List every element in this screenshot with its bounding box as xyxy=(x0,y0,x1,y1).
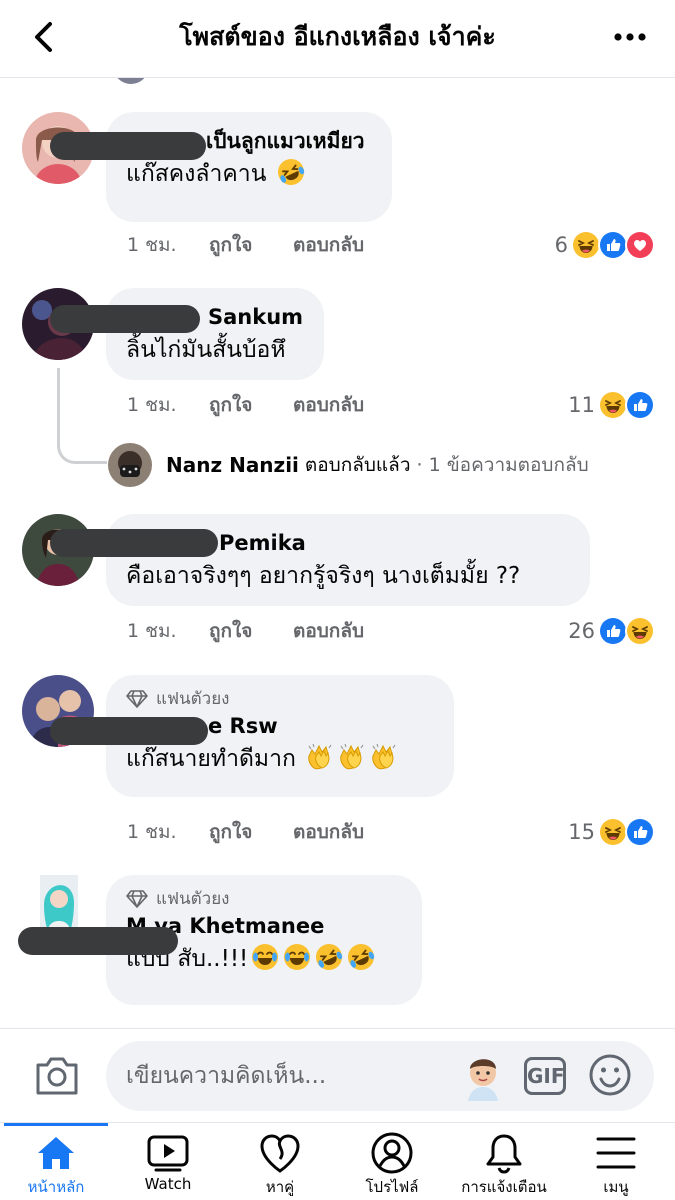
haha-reaction-icon xyxy=(571,230,601,260)
comment-bubble[interactable]: Sankum ลิ้นไก่มันสั้นบ้อหึ xyxy=(106,288,324,380)
rofl-emoji-icon xyxy=(346,942,376,972)
replier-avatar xyxy=(108,443,152,487)
menu-icon xyxy=(596,1137,636,1169)
rofl-emoji-icon xyxy=(276,157,306,187)
redacted-name-bar xyxy=(50,717,208,745)
redacted-name-bar xyxy=(50,529,218,557)
reaction-count: 15 xyxy=(568,820,595,844)
comment-composer: GIF xyxy=(0,1028,675,1122)
comment-timestamp: 1 ชม. xyxy=(127,821,177,843)
reaction-count: 6 xyxy=(554,233,568,257)
tab-menu[interactable]: เมนู xyxy=(560,1123,672,1200)
like-reaction-icon xyxy=(625,817,655,847)
tab-notifications[interactable]: การแจ้งเตือน xyxy=(448,1123,560,1200)
tab-home[interactable]: หน้าหลัก xyxy=(0,1123,112,1200)
tears-of-joy-emoji-icon xyxy=(282,942,312,972)
comment-bubble[interactable]: เป็นลูกแมวเหมียว แก๊สคงลำคาน xyxy=(106,112,392,222)
more-options-icon[interactable] xyxy=(613,22,647,52)
rofl-emoji-icon xyxy=(314,942,344,972)
watch-icon xyxy=(147,1135,189,1172)
reply-count: · 1 ข้อความตอบกลับ xyxy=(416,454,589,476)
like-action[interactable]: ถูกใจ xyxy=(209,817,252,847)
like-action[interactable]: ถูกใจ xyxy=(209,230,252,260)
redacted-name-bar xyxy=(50,132,206,160)
reply-action-text: ตอบกลับแล้ว xyxy=(304,454,411,476)
comment-timestamp: 1 ชม. xyxy=(127,394,177,416)
home-icon xyxy=(38,1137,74,1169)
reply-action[interactable]: ตอบกลับ xyxy=(293,390,364,420)
tab-label: Watch xyxy=(144,1175,192,1193)
avatar-sticker-icon[interactable] xyxy=(460,1051,506,1101)
tab-dating[interactable]: หาคู่ xyxy=(224,1123,336,1200)
haha-reaction-icon xyxy=(598,390,628,420)
bottom-tab-bar: หน้าหลัก Watch หาคู่ โปรไฟล์ การแจ้งเตือ… xyxy=(0,1122,675,1200)
reply-thread-line xyxy=(57,368,107,464)
reaction-summary[interactable]: 26 xyxy=(568,614,655,648)
top-bar: โพสต์ของ อีแกงเหลือง เจ้าค่ะ xyxy=(0,0,675,78)
like-action[interactable]: ถูกใจ xyxy=(209,390,252,420)
bell-icon xyxy=(486,1134,522,1174)
diamond-icon xyxy=(126,890,148,908)
reply-action[interactable]: ตอบกลับ xyxy=(293,817,364,847)
tab-watch[interactable]: Watch xyxy=(112,1123,224,1200)
reaction-count: 26 xyxy=(568,619,595,643)
comment-timestamp: 1 ชม. xyxy=(127,234,177,256)
partial-avatar xyxy=(113,78,149,84)
view-replies-link[interactable]: Nanz Nanzii ตอบกลับแล้ว · 1 ข้อความตอบกล… xyxy=(108,443,589,487)
reaction-summary[interactable]: 6 xyxy=(555,228,655,262)
reply-action[interactable]: ตอบกลับ xyxy=(293,230,364,260)
comment-text: ลิ้นไก่มันสั้นบ้อหึ xyxy=(126,337,286,363)
like-action[interactable]: ถูกใจ xyxy=(209,616,252,646)
tab-profile[interactable]: โปรไฟล์ xyxy=(336,1123,448,1200)
tab-label: หน้าหลัก xyxy=(27,1178,85,1196)
tab-label: โปรไฟล์ xyxy=(365,1178,419,1196)
dating-heart-icon xyxy=(260,1134,300,1173)
clapping-hands-emoji-icon xyxy=(369,742,399,772)
like-reaction-icon xyxy=(598,230,628,260)
comment-timestamp: 1 ชม. xyxy=(127,620,177,642)
haha-reaction-icon xyxy=(598,817,628,847)
tab-label: หาคู่ xyxy=(265,1178,295,1196)
clapping-hands-emoji-icon xyxy=(305,742,335,772)
reaction-summary[interactable]: 11 xyxy=(568,388,655,422)
top-fan-badge: แฟนตัวยง xyxy=(126,687,434,711)
page-title: โพสต์ของ อีแกงเหลือง เจ้าค่ะ xyxy=(179,22,496,51)
profile-icon xyxy=(371,1132,413,1174)
redacted-name-bar xyxy=(18,927,178,955)
haha-reaction-icon xyxy=(625,616,655,646)
comment-input[interactable] xyxy=(106,1041,654,1111)
back-arrow-icon[interactable] xyxy=(28,20,58,54)
top-fan-badge: แฟนตัวยง xyxy=(126,887,402,911)
tears-of-joy-emoji-icon xyxy=(250,942,280,972)
love-reaction-icon xyxy=(625,230,655,260)
comment-text: คือเอาจริงๆๆ อยากรู้จริงๆ นางเต็มมั้ย ?? xyxy=(126,563,521,589)
clapping-hands-emoji-icon xyxy=(337,742,367,772)
diamond-icon xyxy=(126,690,148,708)
replier-name: Nanz Nanzii xyxy=(166,453,299,477)
redacted-name-bar xyxy=(50,305,200,333)
comment-text: แก๊สคงลำคาน xyxy=(126,156,372,192)
gif-button[interactable]: GIF xyxy=(524,1057,566,1095)
commenter-avatar[interactable] xyxy=(40,875,78,935)
like-reaction-icon xyxy=(625,390,655,420)
comment-bubble[interactable]: Pemika คือเอาจริงๆๆ อยากรู้จริงๆ นางเต็ม… xyxy=(106,514,590,606)
comment-list: เป็นลูกแมวเหมียว แก๊สคงลำคาน 1 ชม. ถูกใจ… xyxy=(0,78,675,1028)
tab-label: เมนู xyxy=(603,1178,629,1196)
tab-label: การแจ้งเตือน xyxy=(461,1178,547,1196)
emoji-icon[interactable] xyxy=(588,1053,632,1097)
comment-text: แก๊สนายทำดีมาก xyxy=(126,741,434,777)
reaction-summary[interactable]: 15 xyxy=(568,815,655,849)
camera-icon[interactable] xyxy=(34,1053,80,1097)
reply-action[interactable]: ตอบกลับ xyxy=(293,616,364,646)
reaction-count: 11 xyxy=(568,393,595,417)
like-reaction-icon xyxy=(598,616,628,646)
